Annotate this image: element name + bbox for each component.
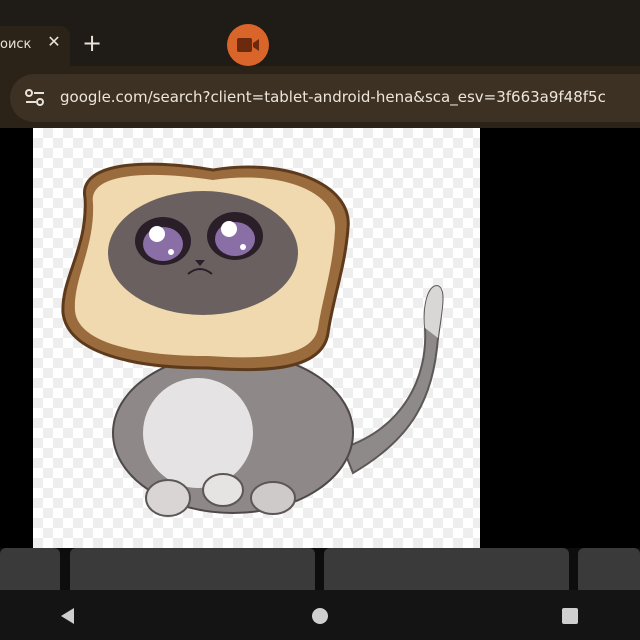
thumbnail[interactable] (578, 548, 640, 590)
thumbnail-strip (0, 548, 640, 590)
tab-strip: оиск ✕ + (0, 0, 640, 66)
url-text: google.com/search?client=tablet-android-… (60, 88, 606, 106)
home-circle-icon[interactable] (308, 604, 332, 628)
close-tab-icon[interactable]: ✕ (46, 34, 62, 50)
search-result-image[interactable] (33, 128, 480, 548)
toolbar: google.com/search?client=tablet-android-… (0, 66, 640, 128)
back-triangle-icon[interactable] (56, 604, 80, 628)
page-content (0, 128, 640, 548)
video-camera-icon (237, 38, 259, 52)
omnibox[interactable]: google.com/search?client=tablet-android-… (10, 74, 640, 122)
thumbnail[interactable] (324, 548, 569, 590)
tune-icon[interactable] (24, 88, 46, 108)
thumbnail[interactable] (0, 548, 60, 590)
cat-with-bread-illustration (61, 162, 444, 517)
active-tab[interactable]: оиск ✕ (0, 26, 70, 66)
system-navigation-bar (0, 590, 640, 640)
recents-square-icon[interactable] (558, 604, 582, 628)
tab-title: оиск (0, 37, 32, 52)
screen-record-button[interactable] (227, 24, 269, 66)
thumbnail[interactable] (70, 548, 315, 590)
new-tab-button[interactable]: + (80, 31, 104, 56)
